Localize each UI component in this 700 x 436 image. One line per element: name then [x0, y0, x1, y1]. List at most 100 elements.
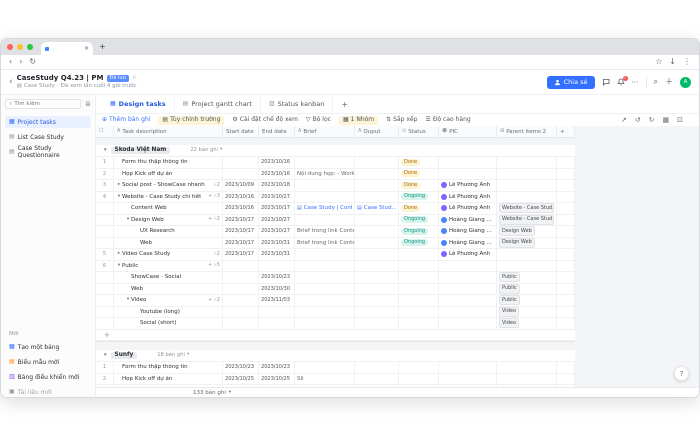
cell-ouput[interactable] — [355, 215, 399, 226]
subitem-count[interactable]: ⊦2 — [214, 217, 220, 222]
cell-pic[interactable]: Lê Phương Anh — [439, 192, 497, 203]
reload-icon[interactable]: ↻ — [29, 58, 36, 66]
cell-parent-item[interactable] — [497, 362, 557, 373]
cell-pic[interactable] — [439, 295, 497, 306]
cell-add-column[interactable] — [557, 374, 575, 385]
record-count[interactable]: 133 bản ghi — [193, 390, 226, 396]
cell-brief[interactable] — [295, 295, 355, 306]
cell-rownum[interactable]: 3 — [96, 180, 114, 191]
cell-start-date[interactable] — [223, 318, 259, 329]
add-row-button[interactable]: + — [96, 330, 575, 341]
cell-status[interactable]: Ongoing — [399, 226, 439, 237]
cell-start-date[interactable] — [223, 261, 259, 272]
column-header-add[interactable]: + — [557, 126, 575, 137]
cell-pic[interactable] — [439, 374, 497, 385]
cell-end-date[interactable]: 2023/10/23 — [259, 362, 295, 373]
cell-pic[interactable] — [439, 362, 497, 373]
cell-add-column[interactable] — [557, 295, 575, 306]
back-icon[interactable]: ‹ — [9, 58, 12, 66]
cell-add-column[interactable] — [557, 307, 575, 318]
cell-add-column[interactable] — [557, 238, 575, 249]
subitem-count[interactable]: ⊦5 — [214, 263, 220, 268]
subitem-count[interactable]: ⊦2 — [214, 252, 220, 257]
new-tab-button[interactable]: + — [99, 43, 106, 51]
cell-start-date[interactable] — [223, 295, 259, 306]
close-window-button[interactable] — [7, 44, 13, 50]
cell-parent-item[interactable]: Video — [497, 307, 557, 318]
cell-pic[interactable]: Hoàng Giang ... — [439, 215, 497, 226]
column-header-pic[interactable]: ☻PIC — [439, 126, 497, 137]
new-document-button[interactable]: ▣ Tài liệu mới — [5, 386, 91, 398]
cell-end-date[interactable]: 2023/10/31 — [259, 249, 295, 260]
cell-task[interactable]: ShowCase - Social — [114, 272, 223, 283]
cell-status[interactable]: Done — [399, 169, 439, 180]
cell-add-column[interactable] — [557, 226, 575, 237]
cell-end-date[interactable] — [259, 318, 295, 329]
cell-status[interactable] — [399, 249, 439, 260]
cell-task[interactable]: Content Web — [114, 203, 223, 214]
cell-parent-item[interactable]: Design Web — [497, 226, 557, 237]
subitem-count[interactable]: ⊦3 — [214, 194, 220, 199]
cell-ouput[interactable] — [355, 180, 399, 191]
cell-parent-item[interactable] — [497, 180, 557, 191]
cell-status[interactable] — [399, 307, 439, 318]
cell-parent-item[interactable] — [497, 249, 557, 260]
cell-parent-item[interactable]: Website - Case Stud... — [497, 215, 557, 226]
cell-rownum[interactable]: 2 — [96, 169, 114, 180]
cell-brief[interactable] — [295, 272, 355, 283]
column-header-parent[interactable]: ⊞Parent items 2 — [497, 126, 557, 137]
add-view-button[interactable]: + — [333, 100, 356, 109]
cell-start-date[interactable]: 2023/10/16 — [223, 192, 259, 203]
column-header-status[interactable]: ⊙Status — [399, 126, 439, 137]
doc-link[interactable]: ▤Case Study | Conten... — [297, 205, 352, 211]
close-tab-icon[interactable]: × — [84, 46, 89, 52]
cell-start-date[interactable] — [223, 157, 259, 168]
cell-task[interactable]: Web — [114, 238, 223, 249]
cell-task[interactable]: UX Research — [114, 226, 223, 237]
expand-icon[interactable]: ⊡ — [677, 117, 683, 124]
tab-status-kanban[interactable]: ▥ Status kanban — [261, 95, 333, 113]
cell-rownum[interactable] — [96, 226, 114, 237]
add-subitem-icon[interactable]: + — [208, 298, 212, 303]
add-subitem-icon[interactable]: + — [208, 263, 212, 268]
cell-end-date[interactable] — [259, 261, 295, 272]
cell-add-column[interactable] — [557, 362, 575, 373]
user-avatar[interactable]: A — [680, 77, 691, 88]
cell-brief[interactable]: Sli — [295, 374, 355, 385]
cell-add-column[interactable] — [557, 203, 575, 214]
cell-ouput[interactable] — [355, 192, 399, 203]
browser-tab[interactable]: × — [41, 42, 93, 55]
cell-start-date[interactable] — [223, 307, 259, 318]
cell-brief[interactable] — [295, 192, 355, 203]
notifications-bell-icon[interactable]: 1 — [617, 78, 625, 86]
cell-end-date[interactable]: 2023/10/27 — [259, 226, 295, 237]
cell-start-date[interactable] — [223, 284, 259, 295]
cell-rownum[interactable] — [96, 238, 114, 249]
cell-end-date[interactable]: 2023/10/27 — [259, 192, 295, 203]
cell-status[interactable] — [399, 261, 439, 272]
cell-end-date[interactable]: 2023/11/03 — [259, 295, 295, 306]
cell-parent-item[interactable]: Website - Case Stud... — [497, 203, 557, 214]
cell-start-date[interactable]: 2023/10/16 — [223, 203, 259, 214]
maximize-window-button[interactable] — [27, 44, 33, 50]
cell-parent-item[interactable]: Public — [497, 295, 557, 306]
cell-rownum[interactable] — [96, 284, 114, 295]
filter-button[interactable]: ▽ Bộ lọc — [306, 117, 331, 123]
column-header-ouput[interactable]: AOuput — [355, 126, 399, 137]
cell-add-column[interactable] — [557, 169, 575, 180]
cell-ouput[interactable] — [355, 169, 399, 180]
cell-parent-item[interactable] — [497, 192, 557, 203]
cell-task[interactable]: Social (short) — [114, 318, 223, 329]
cell-end-date[interactable]: 2023/10/31 — [259, 238, 295, 249]
cell-end-date[interactable]: 2023/10/17 — [259, 203, 295, 214]
cell-end-date[interactable]: 2023/10/18 — [259, 180, 295, 191]
cell-rownum[interactable] — [96, 272, 114, 283]
sidebar-item-list-case-study[interactable]: ▤ List Case Study — [5, 131, 91, 143]
cell-pic[interactable]: Hoàng Giang ... — [439, 226, 497, 237]
customize-fields-button[interactable]: ▤ Tùy chỉnh trường — [158, 116, 224, 125]
grid-icon[interactable]: ▦ — [663, 117, 670, 124]
cell-end-date[interactable]: 2023/10/16 — [259, 157, 295, 168]
cell-task[interactable]: Form thu thập thông tin — [114, 157, 223, 168]
subitem-count[interactable]: ⊦2 — [214, 183, 220, 188]
cell-parent-item[interactable]: Design Web — [497, 238, 557, 249]
